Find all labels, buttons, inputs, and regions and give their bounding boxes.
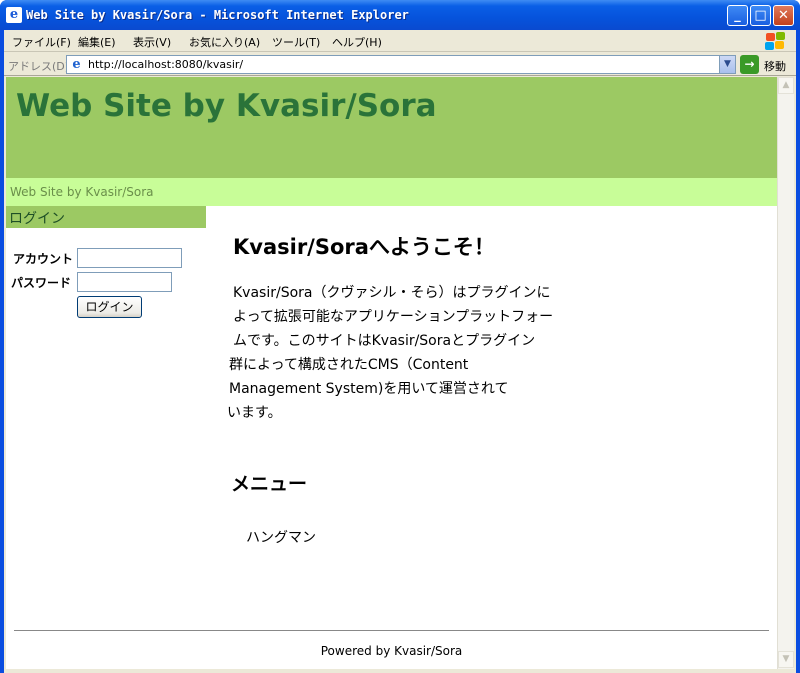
site-header: Web Site by Kvasir/Sora xyxy=(6,77,777,178)
menu-favorites[interactable]: お気に入り(A) xyxy=(189,34,260,50)
scroll-up-icon[interactable]: ▲ xyxy=(778,77,794,94)
close-button[interactable]: ✕ xyxy=(773,5,794,26)
site-title: Web Site by Kvasir/Sora xyxy=(16,88,437,124)
breadcrumb: Web Site by Kvasir/Sora xyxy=(10,185,154,199)
menu-file[interactable]: ファイル(F) xyxy=(12,34,71,50)
ie-app-icon: e xyxy=(6,7,22,23)
go-button[interactable]: 移動 xyxy=(764,58,786,74)
menu-link-hangman[interactable]: ハングマン xyxy=(246,527,316,547)
intro-line: Management System)を用いて運営されて xyxy=(229,381,509,397)
login-heading: ログイン xyxy=(9,211,65,227)
account-input[interactable] xyxy=(77,248,182,268)
menu-bar: ファイル(F) 編集(E) 表示(V) お気に入り(A) ツール(T) ヘルプ(… xyxy=(4,30,796,52)
maximize-button[interactable]: □ xyxy=(750,5,771,26)
address-bar: アドレス(D) e http://localhost:8080/kvasir/ … xyxy=(4,53,796,76)
menu-view[interactable]: 表示(V) xyxy=(133,34,171,50)
title-bar[interactable]: e Web Site by Kvasir/Sora - Microsoft In… xyxy=(0,0,800,30)
menu-help[interactable]: ヘルプ(H) xyxy=(332,34,382,50)
intro-line: 群によって構成されたCMS（Content xyxy=(229,357,469,373)
intro-line: よって拡張可能なアプリケーションプラットフォー xyxy=(233,309,554,325)
browser-client: ファイル(F) 編集(E) 表示(V) お気に入り(A) ツール(T) ヘルプ(… xyxy=(4,30,796,673)
intro-line: Kvasir/Sora（クヴァシル・そら）はプラグインに xyxy=(233,285,551,301)
intro-line: います。 xyxy=(227,405,282,421)
menu-edit[interactable]: 編集(E) xyxy=(78,34,116,50)
footer-divider xyxy=(14,630,769,631)
address-url[interactable]: http://localhost:8080/kvasir/ xyxy=(88,58,243,71)
go-arrow-icon[interactable]: → xyxy=(740,55,759,74)
login-button[interactable]: ログイン xyxy=(77,296,142,318)
page-icon: e xyxy=(72,57,81,72)
ie-window: e Web Site by Kvasir/Sora - Microsoft In… xyxy=(0,0,800,673)
menu-heading: メニュー xyxy=(231,473,308,495)
scroll-down-icon[interactable]: ▼ xyxy=(778,651,794,668)
vertical-scrollbar[interactable]: ▲ ▼ xyxy=(777,77,794,669)
menu-tools[interactable]: ツール(T) xyxy=(272,34,320,50)
login-panel-heading: ログイン xyxy=(6,206,206,228)
intro-line: ムです。このサイトはKvasir/Soraとプラグイン xyxy=(233,333,536,349)
minimize-button[interactable]: _ xyxy=(727,5,748,26)
address-input[interactable]: e http://localhost:8080/kvasir/ ▼ xyxy=(66,55,736,74)
password-label: パスワード xyxy=(11,276,72,290)
page-viewport: Web Site by Kvasir/Sora Web Site by Kvas… xyxy=(6,77,777,669)
sub-header-bar: Web Site by Kvasir/Sora xyxy=(6,178,777,206)
address-dropdown-icon[interactable]: ▼ xyxy=(719,56,735,73)
windows-logo-icon xyxy=(764,31,790,51)
address-label: アドレス(D) xyxy=(8,60,70,73)
window-title: Web Site by Kvasir/Sora - Microsoft Inte… xyxy=(26,8,409,22)
welcome-heading: Kvasir/Soraへようこそ！ xyxy=(233,235,495,259)
footer-text: Powered by Kvasir/Sora xyxy=(320,644,463,658)
intro-paragraph: Kvasir/Sora（クヴァシル・そら）はプラグインに よって拡張可能なアプリ… xyxy=(227,281,559,425)
account-label: アカウント xyxy=(13,252,74,266)
password-input[interactable] xyxy=(77,272,172,292)
